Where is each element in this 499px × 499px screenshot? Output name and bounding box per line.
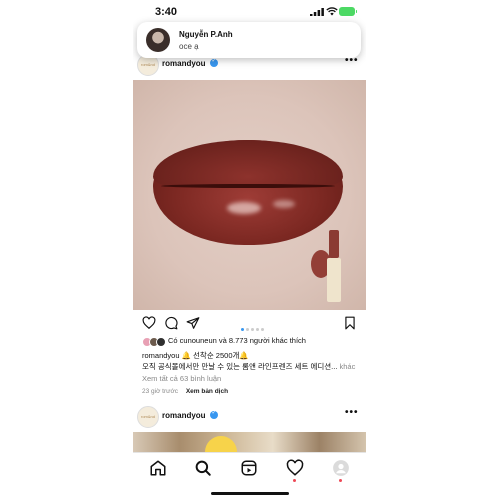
notification-sender: Nguyễn P.Anh xyxy=(179,30,233,39)
caption-more-link[interactable]: khác xyxy=(340,362,356,371)
status-bar: 3:40 xyxy=(133,0,366,22)
sender-avatar xyxy=(146,28,170,52)
post-time: 23 giờ trước xyxy=(142,388,178,395)
liker-avatars xyxy=(142,337,166,348)
home-indicator xyxy=(211,492,289,495)
likes-summary[interactable]: Có cunouneun và 8.773 người khác thích xyxy=(142,336,306,348)
verified-badge-icon xyxy=(210,57,218,67)
profile-icon[interactable] xyxy=(332,459,350,477)
battery-charging-icon xyxy=(339,7,357,16)
send-icon[interactable] xyxy=(186,316,200,330)
search-icon[interactable] xyxy=(194,459,212,477)
reels-icon[interactable] xyxy=(240,459,258,477)
caption-line-2: 오직 공식몰에서만 만날 수 있는 롬앤 라인프렌즈 세트 에디션... khá… xyxy=(142,361,357,372)
post-username[interactable]: romandyou xyxy=(162,59,206,68)
see-translation-link[interactable]: Xem bản dịch xyxy=(186,388,228,395)
post-image[interactable] xyxy=(133,80,366,310)
wifi-icon xyxy=(326,7,338,16)
bookmark-icon[interactable] xyxy=(343,316,357,330)
cellular-signal-icon xyxy=(310,8,324,16)
activity-heart-icon[interactable] xyxy=(286,459,304,477)
post-meta: 23 giờ trước Xem bản dịch xyxy=(142,388,228,395)
post-header-2: rom&nd romandyou ••• xyxy=(133,404,366,430)
verified-badge-icon xyxy=(210,409,218,419)
bottom-navigation xyxy=(133,452,366,499)
home-icon[interactable] xyxy=(149,459,167,477)
caption-text: 오직 공식몰에서만 만날 수 있는 롬앤 라인프렌즈 세트 에디션... xyxy=(142,362,338,371)
message-notification[interactable]: Nguyễn P.Anh oce ạ xyxy=(137,22,361,58)
caption-line-1: romandyou 🔔 선착순 2500개🔔 xyxy=(142,351,249,360)
comment-icon[interactable] xyxy=(164,316,178,330)
activity-notification-dot xyxy=(293,479,296,482)
lip-tint-product-image xyxy=(311,230,351,302)
more-options-icon[interactable]: ••• xyxy=(345,407,359,418)
post-username-2[interactable]: romandyou xyxy=(162,411,206,420)
notification-message: oce ạ xyxy=(179,42,199,51)
account-avatar-2[interactable]: rom&nd xyxy=(137,406,159,428)
heart-icon[interactable] xyxy=(142,316,156,330)
profile-notification-dot xyxy=(339,479,342,482)
lips-image xyxy=(153,140,343,245)
phone-screen: 3:40 Nguyễn P.Anh oce ạ rom&nd romandyou… xyxy=(133,0,366,499)
status-time: 3:40 xyxy=(155,6,178,18)
view-comments-link[interactable]: Xem tất cả 63 bình luận xyxy=(142,374,221,383)
likes-text: Có cunouneun và 8.773 người khác thích xyxy=(168,336,306,345)
